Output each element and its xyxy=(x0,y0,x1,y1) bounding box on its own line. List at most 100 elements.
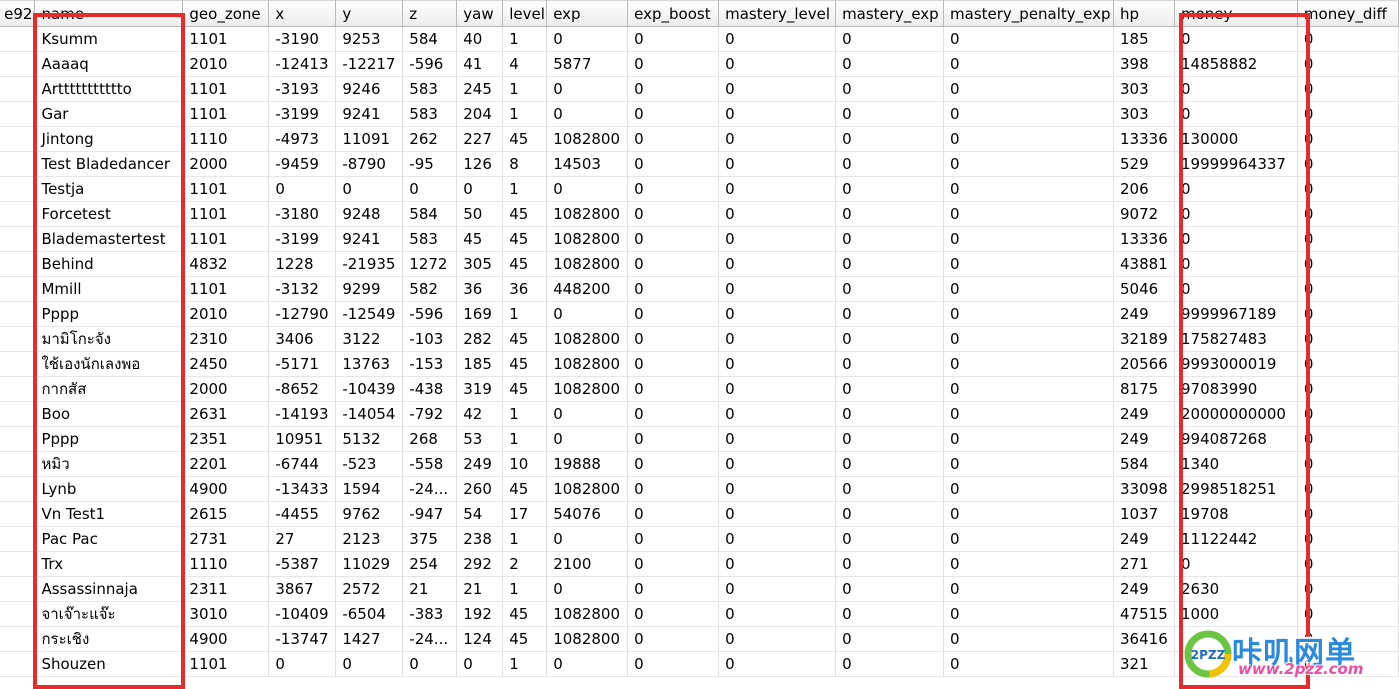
cell-y[interactable]: -6504 xyxy=(335,601,404,627)
cell-exp[interactable]: 14503 xyxy=(546,151,629,177)
cell-first[interactable] xyxy=(0,451,36,477)
cell-yaw[interactable]: 0 xyxy=(456,176,504,202)
cell-money-diff[interactable]: 0 xyxy=(1297,76,1399,102)
cell-mastery-penalty-exp[interactable]: 0 xyxy=(943,526,1115,552)
cell-yaw[interactable]: 53 xyxy=(456,426,504,452)
cell-money-diff[interactable]: 0 xyxy=(1297,426,1399,452)
cell-geo-zone[interactable]: 2615 xyxy=(182,501,270,527)
cell-z[interactable]: 583 xyxy=(402,226,458,252)
cell-y[interactable]: -14054 xyxy=(335,401,404,427)
cell-exp[interactable]: 1082800 xyxy=(546,201,629,227)
cell-x[interactable]: -4455 xyxy=(268,501,337,527)
cell-money[interactable]: 0 xyxy=(1174,76,1298,102)
cell-hp[interactable]: 13336 xyxy=(1113,126,1175,152)
table-row[interactable]: ใช้เองนักเลงพอ 2450 -5171 13763 -153 185 45 108… xyxy=(0,351,1399,377)
cell-first[interactable] xyxy=(0,476,36,502)
cell-level[interactable]: 1 xyxy=(502,426,548,452)
cell-x[interactable]: -3193 xyxy=(268,76,337,102)
table-row[interactable]: Ksumm 1101 -3190 9253 584 40 1 0 0 0 0 0 185 0 0 xyxy=(0,26,1399,52)
table-row[interactable]: Testja 1101 0 0 0 0 1 0 0 0 0 0 206 0 0 xyxy=(0,176,1399,202)
cell-z[interactable]: -95 xyxy=(402,151,458,177)
cell-z[interactable]: 21 xyxy=(402,576,458,602)
cell-name[interactable]: Mmill xyxy=(34,276,184,302)
cell-level[interactable]: 8 xyxy=(502,151,548,177)
cell-level[interactable]: 45 xyxy=(502,476,548,502)
cell-mastery-level[interactable]: 0 xyxy=(718,26,837,52)
cell-yaw[interactable]: 126 xyxy=(456,151,504,177)
cell-hp[interactable]: 271 xyxy=(1113,551,1175,577)
cell-y[interactable]: -523 xyxy=(335,451,404,477)
cell-hp[interactable]: 303 xyxy=(1113,101,1175,127)
cell-name[interactable]: กากสัส xyxy=(34,376,184,402)
cell-mastery-exp[interactable]: 0 xyxy=(835,376,945,402)
cell-first[interactable] xyxy=(0,151,36,177)
cell-mastery-level[interactable]: 0 xyxy=(718,176,837,202)
cell-hp[interactable]: 249 xyxy=(1113,426,1175,452)
cell-name[interactable]: Pppp xyxy=(34,301,184,327)
column-header-mastery-penalty-exp[interactable]: mastery_penalty_exp xyxy=(943,0,1115,27)
cell-yaw[interactable]: 0 xyxy=(456,651,504,677)
cell-mastery-penalty-exp[interactable]: 0 xyxy=(943,151,1115,177)
cell-mastery-penalty-exp[interactable]: 0 xyxy=(943,551,1115,577)
cell-z[interactable]: -596 xyxy=(402,51,458,77)
cell-first[interactable] xyxy=(0,26,36,52)
cell-first[interactable] xyxy=(0,76,36,102)
cell-yaw[interactable]: 50 xyxy=(456,201,504,227)
cell-hp[interactable]: 321 xyxy=(1113,651,1175,677)
cell-first[interactable] xyxy=(0,376,36,402)
cell-mastery-exp[interactable]: 0 xyxy=(835,301,945,327)
cell-name[interactable]: Test Bladedancer xyxy=(34,151,184,177)
cell-money[interactable]: 1000 xyxy=(1174,601,1298,627)
cell-yaw[interactable]: 41 xyxy=(456,51,504,77)
cell-geo-zone[interactable]: 1101 xyxy=(182,101,270,127)
cell-exp[interactable]: 0 xyxy=(546,176,629,202)
cell-hp[interactable]: 185 xyxy=(1113,26,1175,52)
cell-exp-boost[interactable]: 0 xyxy=(627,226,720,252)
cell-mastery-level[interactable]: 0 xyxy=(718,76,837,102)
cell-mastery-exp[interactable]: 0 xyxy=(835,151,945,177)
cell-mastery-penalty-exp[interactable]: 0 xyxy=(943,126,1115,152)
cell-mastery-level[interactable]: 0 xyxy=(718,501,837,527)
cell-exp[interactable]: 0 xyxy=(546,401,629,427)
cell-x[interactable]: -4973 xyxy=(268,126,337,152)
cell-first[interactable] xyxy=(0,426,36,452)
cell-level[interactable]: 1 xyxy=(502,101,548,127)
cell-x[interactable]: -3180 xyxy=(268,201,337,227)
cell-mastery-penalty-exp[interactable]: 0 xyxy=(943,326,1115,352)
cell-mastery-exp[interactable]: 0 xyxy=(835,201,945,227)
cell-geo-zone[interactable]: 1101 xyxy=(182,76,270,102)
cell-money-diff[interactable]: 0 xyxy=(1297,576,1399,602)
cell-mastery-exp[interactable]: 0 xyxy=(835,76,945,102)
cell-money-diff[interactable]: 0 xyxy=(1297,451,1399,477)
cell-exp-boost[interactable]: 0 xyxy=(627,451,720,477)
cell-x[interactable]: 0 xyxy=(268,651,337,677)
cell-yaw[interactable]: 40 xyxy=(456,26,504,52)
cell-mastery-penalty-exp[interactable]: 0 xyxy=(943,601,1115,627)
cell-geo-zone[interactable]: 2351 xyxy=(182,426,270,452)
table-row[interactable]: มามิโกะจัง 2310 3406 3122 -103 282 45 1082800 0 0… xyxy=(0,326,1399,352)
column-header-exp-boost[interactable]: exp_boost xyxy=(627,0,720,27)
cell-first[interactable] xyxy=(0,326,36,352)
cell-mastery-level[interactable]: 0 xyxy=(718,251,837,277)
cell-money[interactable]: 19708 xyxy=(1174,501,1298,527)
cell-first[interactable] xyxy=(0,301,36,327)
cell-name[interactable]: Vn Test1 xyxy=(34,501,184,527)
cell-y[interactable]: 1594 xyxy=(335,476,404,502)
cell-exp-boost[interactable]: 0 xyxy=(627,101,720,127)
cell-first[interactable] xyxy=(0,51,36,77)
cell-money-diff[interactable]: 0 xyxy=(1297,526,1399,552)
cell-money-diff[interactable]: 0 xyxy=(1297,226,1399,252)
table-row[interactable]: Gar 1101 -3199 9241 583 204 1 0 0 0 0 0 303 0 0 xyxy=(0,101,1399,127)
table-row[interactable]: Boo 2631 -14193 -14054 -792 42 1 0 0 0 0 0 249 200000… xyxy=(0,401,1399,427)
cell-z[interactable]: -558 xyxy=(402,451,458,477)
column-header-name[interactable]: name xyxy=(34,0,184,27)
cell-x[interactable]: 3867 xyxy=(268,576,337,602)
cell-geo-zone[interactable]: 2000 xyxy=(182,151,270,177)
cell-y[interactable]: 9248 xyxy=(335,201,404,227)
cell-geo-zone[interactable]: 4900 xyxy=(182,626,270,652)
cell-mastery-level[interactable]: 0 xyxy=(718,601,837,627)
cell-y[interactable]: 9246 xyxy=(335,76,404,102)
cell-first[interactable] xyxy=(0,551,36,577)
cell-level[interactable]: 45 xyxy=(502,326,548,352)
cell-z[interactable]: -103 xyxy=(402,326,458,352)
